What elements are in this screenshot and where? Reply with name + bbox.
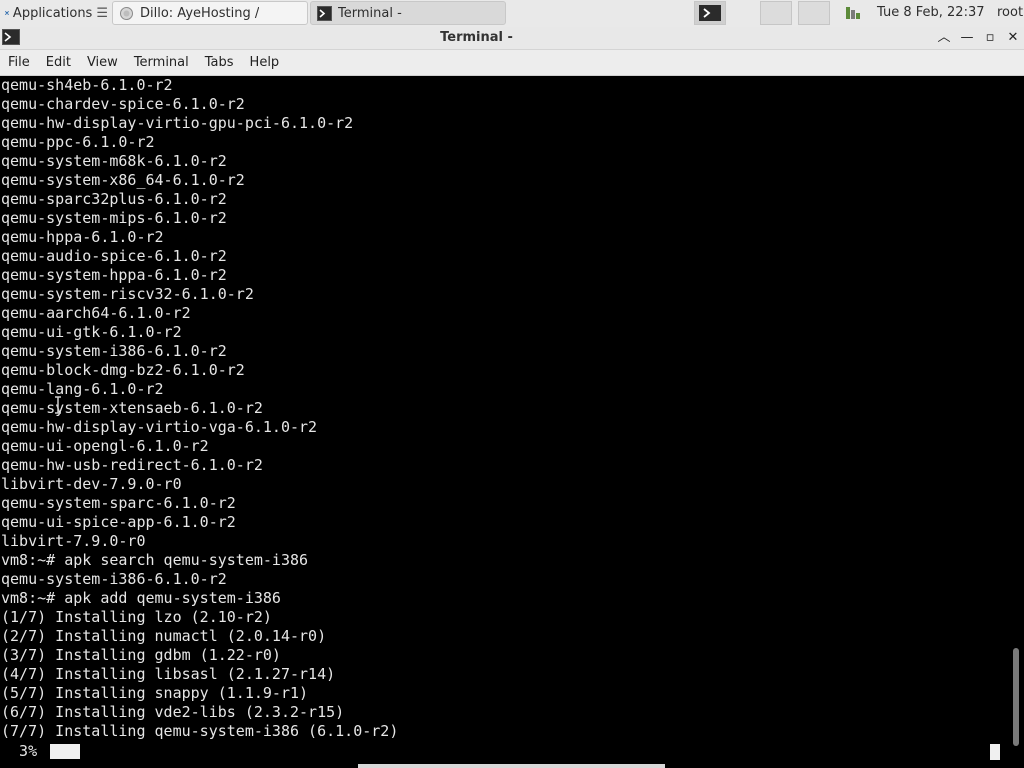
- progress-percent: 3%: [1, 742, 38, 760]
- taskbar-item-label: Terminal -: [338, 5, 402, 21]
- terminal-line: qemu-block-dmg-bz2-6.1.0-r2: [1, 361, 245, 379]
- menu-file[interactable]: File: [0, 55, 38, 70]
- terminal-line: qemu-ui-gtk-6.1.0-r2: [1, 323, 182, 341]
- terminal-line: (1/7) Installing lzo (2.10-r2): [1, 608, 272, 626]
- window-titlebar[interactable]: Terminal - ︿ — ▫ ✕: [0, 27, 1024, 50]
- terminal-icon: [317, 5, 332, 21]
- scrollbar-thumb[interactable]: [1013, 648, 1019, 746]
- horizontal-scroll-indicator: [358, 764, 665, 768]
- progress-bar: [50, 744, 80, 759]
- terminal-line: qemu-aarch64-6.1.0-r2: [1, 304, 191, 322]
- terminal-line: qemu-hppa-6.1.0-r2: [1, 228, 164, 246]
- workspace-3-button[interactable]: [798, 1, 830, 25]
- terminal-line: (4/7) Installing libsasl (2.1.27-r14): [1, 665, 336, 683]
- terminal-line: qemu-system-i386-6.1.0-r2: [1, 570, 227, 588]
- terminal-line: qemu-sparc32plus-6.1.0-r2: [1, 190, 227, 208]
- network-tray-icon[interactable]: [845, 5, 861, 21]
- terminal-line: qemu-system-riscv32-6.1.0-r2: [1, 285, 254, 303]
- terminal-line: (5/7) Installing snappy (1.1.9-r1): [1, 684, 309, 702]
- terminal-line: libvirt-7.9.0-r0: [1, 532, 146, 550]
- terminal-output[interactable]: qemu-sh4eb-6.1.0-r2 qemu-chardev-spice-6…: [0, 76, 1009, 768]
- terminal-line: libvirt-dev-7.9.0-r0: [1, 475, 182, 493]
- maximize-button[interactable]: ▫: [982, 30, 998, 46]
- user-menu[interactable]: root: [997, 5, 1023, 20]
- clock[interactable]: Tue 8 Feb, 22:37: [877, 5, 985, 20]
- terminal-line: qemu-audio-spice-6.1.0-r2: [1, 247, 227, 265]
- terminal-line: vm8:~# apk add qemu-system-i386: [1, 589, 281, 607]
- terminal-line: qemu-hw-usb-redirect-6.1.0-r2: [1, 456, 263, 474]
- maximize-icon: ▫: [985, 30, 995, 45]
- taskbar-item-dillo[interactable]: Dillo: AyeHosting /: [112, 1, 308, 25]
- terminal-line: qemu-hw-display-virtio-vga-6.1.0-r2: [1, 418, 318, 436]
- menu-separator-icon: ☰: [96, 5, 108, 21]
- workspace-2-button[interactable]: [760, 1, 792, 25]
- menu-terminal[interactable]: Terminal: [126, 55, 197, 70]
- applications-menu-label: Applications: [12, 5, 93, 21]
- terminal-line: qemu-hw-display-virtio-gpu-pci-6.1.0-r2: [1, 114, 354, 132]
- menu-help[interactable]: Help: [242, 55, 288, 70]
- applications-menu-button[interactable]: Applications ☰: [0, 0, 108, 26]
- chevron-up-icon: ︿: [937, 30, 951, 45]
- workspace-1-button[interactable]: [694, 1, 726, 25]
- terminal-line: qemu-system-m68k-6.1.0-r2: [1, 152, 227, 170]
- menu-view[interactable]: View: [79, 55, 126, 70]
- terminal-line: qemu-sh4eb-6.1.0-r2: [1, 76, 173, 94]
- terminal-line: (7/7) Installing qemu-system-i386 (6.1.0…: [1, 722, 399, 740]
- taskbar: Applications ☰ Dillo: AyeHosting / Termi…: [0, 0, 1024, 28]
- terminal-line: qemu-system-x86_64-6.1.0-r2: [1, 171, 245, 189]
- terminal-line: (6/7) Installing vde2-libs (2.3.2-r15): [1, 703, 345, 721]
- terminal-line: qemu-system-mips-6.1.0-r2: [1, 209, 227, 227]
- window-title: Terminal -: [440, 30, 513, 45]
- text-cursor-pointer-icon: [55, 396, 61, 414]
- roll-up-button[interactable]: ︿: [936, 30, 952, 46]
- close-icon: ✕: [1007, 30, 1019, 45]
- taskbar-item-terminal[interactable]: Terminal -: [310, 1, 506, 25]
- minimize-button[interactable]: —: [959, 30, 975, 46]
- terminal-line: (2/7) Installing numactl (2.0.14-r0): [1, 627, 327, 645]
- menubar: File Edit View Terminal Tabs Help: [0, 50, 1024, 76]
- terminal-line: qemu-system-sparc-6.1.0-r2: [1, 494, 236, 512]
- dillo-globe-icon: [120, 6, 133, 20]
- terminal-line: qemu-ui-spice-app-6.1.0-r2: [1, 513, 236, 531]
- terminal-line: qemu-ppc-6.1.0-r2: [1, 133, 155, 151]
- menu-edit[interactable]: Edit: [38, 55, 79, 70]
- xfce-mouse-icon: [5, 11, 9, 15]
- taskbar-item-label: Dillo: AyeHosting /: [140, 5, 260, 21]
- terminal-line: qemu-system-hppa-6.1.0-r2: [1, 266, 227, 284]
- terminal-line: qemu-ui-opengl-6.1.0-r2: [1, 437, 209, 455]
- terminal-line: (3/7) Installing gdbm (1.22-r0): [1, 646, 281, 664]
- terminal-line: qemu-chardev-spice-6.1.0-r2: [1, 95, 245, 113]
- terminal-line: qemu-system-i386-6.1.0-r2: [1, 342, 227, 360]
- terminal-icon: [699, 5, 721, 21]
- menu-tabs[interactable]: Tabs: [197, 55, 242, 70]
- install-progress: 3%: [0, 742, 1009, 761]
- minimize-icon: —: [960, 30, 974, 45]
- close-button[interactable]: ✕: [1005, 30, 1021, 46]
- terminal-line: vm8:~# apk search qemu-system-i386: [1, 551, 309, 569]
- text-cursor: [990, 744, 1000, 760]
